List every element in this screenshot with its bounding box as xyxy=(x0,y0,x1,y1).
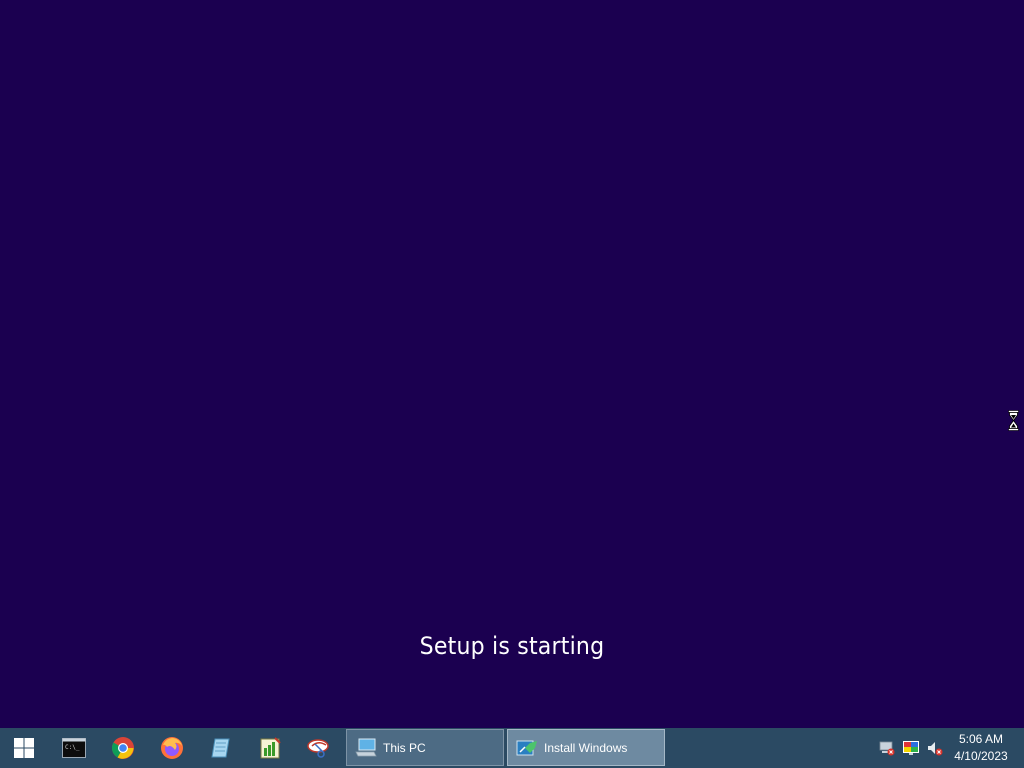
setup-icon xyxy=(516,737,538,759)
taskbar-clock[interactable]: 5:06 AM 4/10/2023 xyxy=(946,728,1016,768)
windows-logo-icon xyxy=(14,738,34,758)
chart-tool-icon xyxy=(260,737,281,759)
pinned-notepad-button[interactable] xyxy=(197,728,245,768)
pinned-chart-tool-button[interactable] xyxy=(246,728,294,768)
chrome-icon xyxy=(111,737,134,759)
svg-text:C:\_: C:\_ xyxy=(65,744,80,751)
pinned-chrome-button[interactable] xyxy=(99,728,147,768)
start-button[interactable] xyxy=(0,728,48,768)
display-color-icon[interactable] xyxy=(900,728,922,768)
clock-date: 4/10/2023 xyxy=(954,749,1008,763)
hourglass-busy-cursor-icon xyxy=(1008,410,1019,431)
taskbar-window-this-pc[interactable]: This PC xyxy=(346,729,504,766)
firefox-icon xyxy=(161,737,183,759)
setup-status-text: Setup is starting xyxy=(419,632,605,660)
cmd-icon: C:\_ xyxy=(62,738,86,758)
setup-screen: Setup is starting xyxy=(0,0,1024,728)
taskbar-window-label: This PC xyxy=(383,740,426,755)
volume-muted-icon[interactable] xyxy=(924,728,946,768)
taskbar: C:\_ This PC Install Windows 5:06 AM 4/1… xyxy=(0,728,1024,768)
network-disconnected-icon[interactable] xyxy=(876,728,898,768)
system-tray xyxy=(876,728,948,768)
taskbar-window-install-windows[interactable]: Install Windows xyxy=(507,729,665,766)
pinned-snipping-tool-button[interactable] xyxy=(295,728,343,768)
notepad-icon xyxy=(211,738,230,758)
pinned-cmd-button[interactable]: C:\_ xyxy=(50,728,98,768)
pinned-firefox-button[interactable] xyxy=(148,728,196,768)
clock-time: 5:06 AM xyxy=(958,732,1004,746)
computer-icon xyxy=(355,737,377,759)
taskbar-window-label: Install Windows xyxy=(544,740,628,755)
snipping-tool-icon xyxy=(307,739,329,758)
